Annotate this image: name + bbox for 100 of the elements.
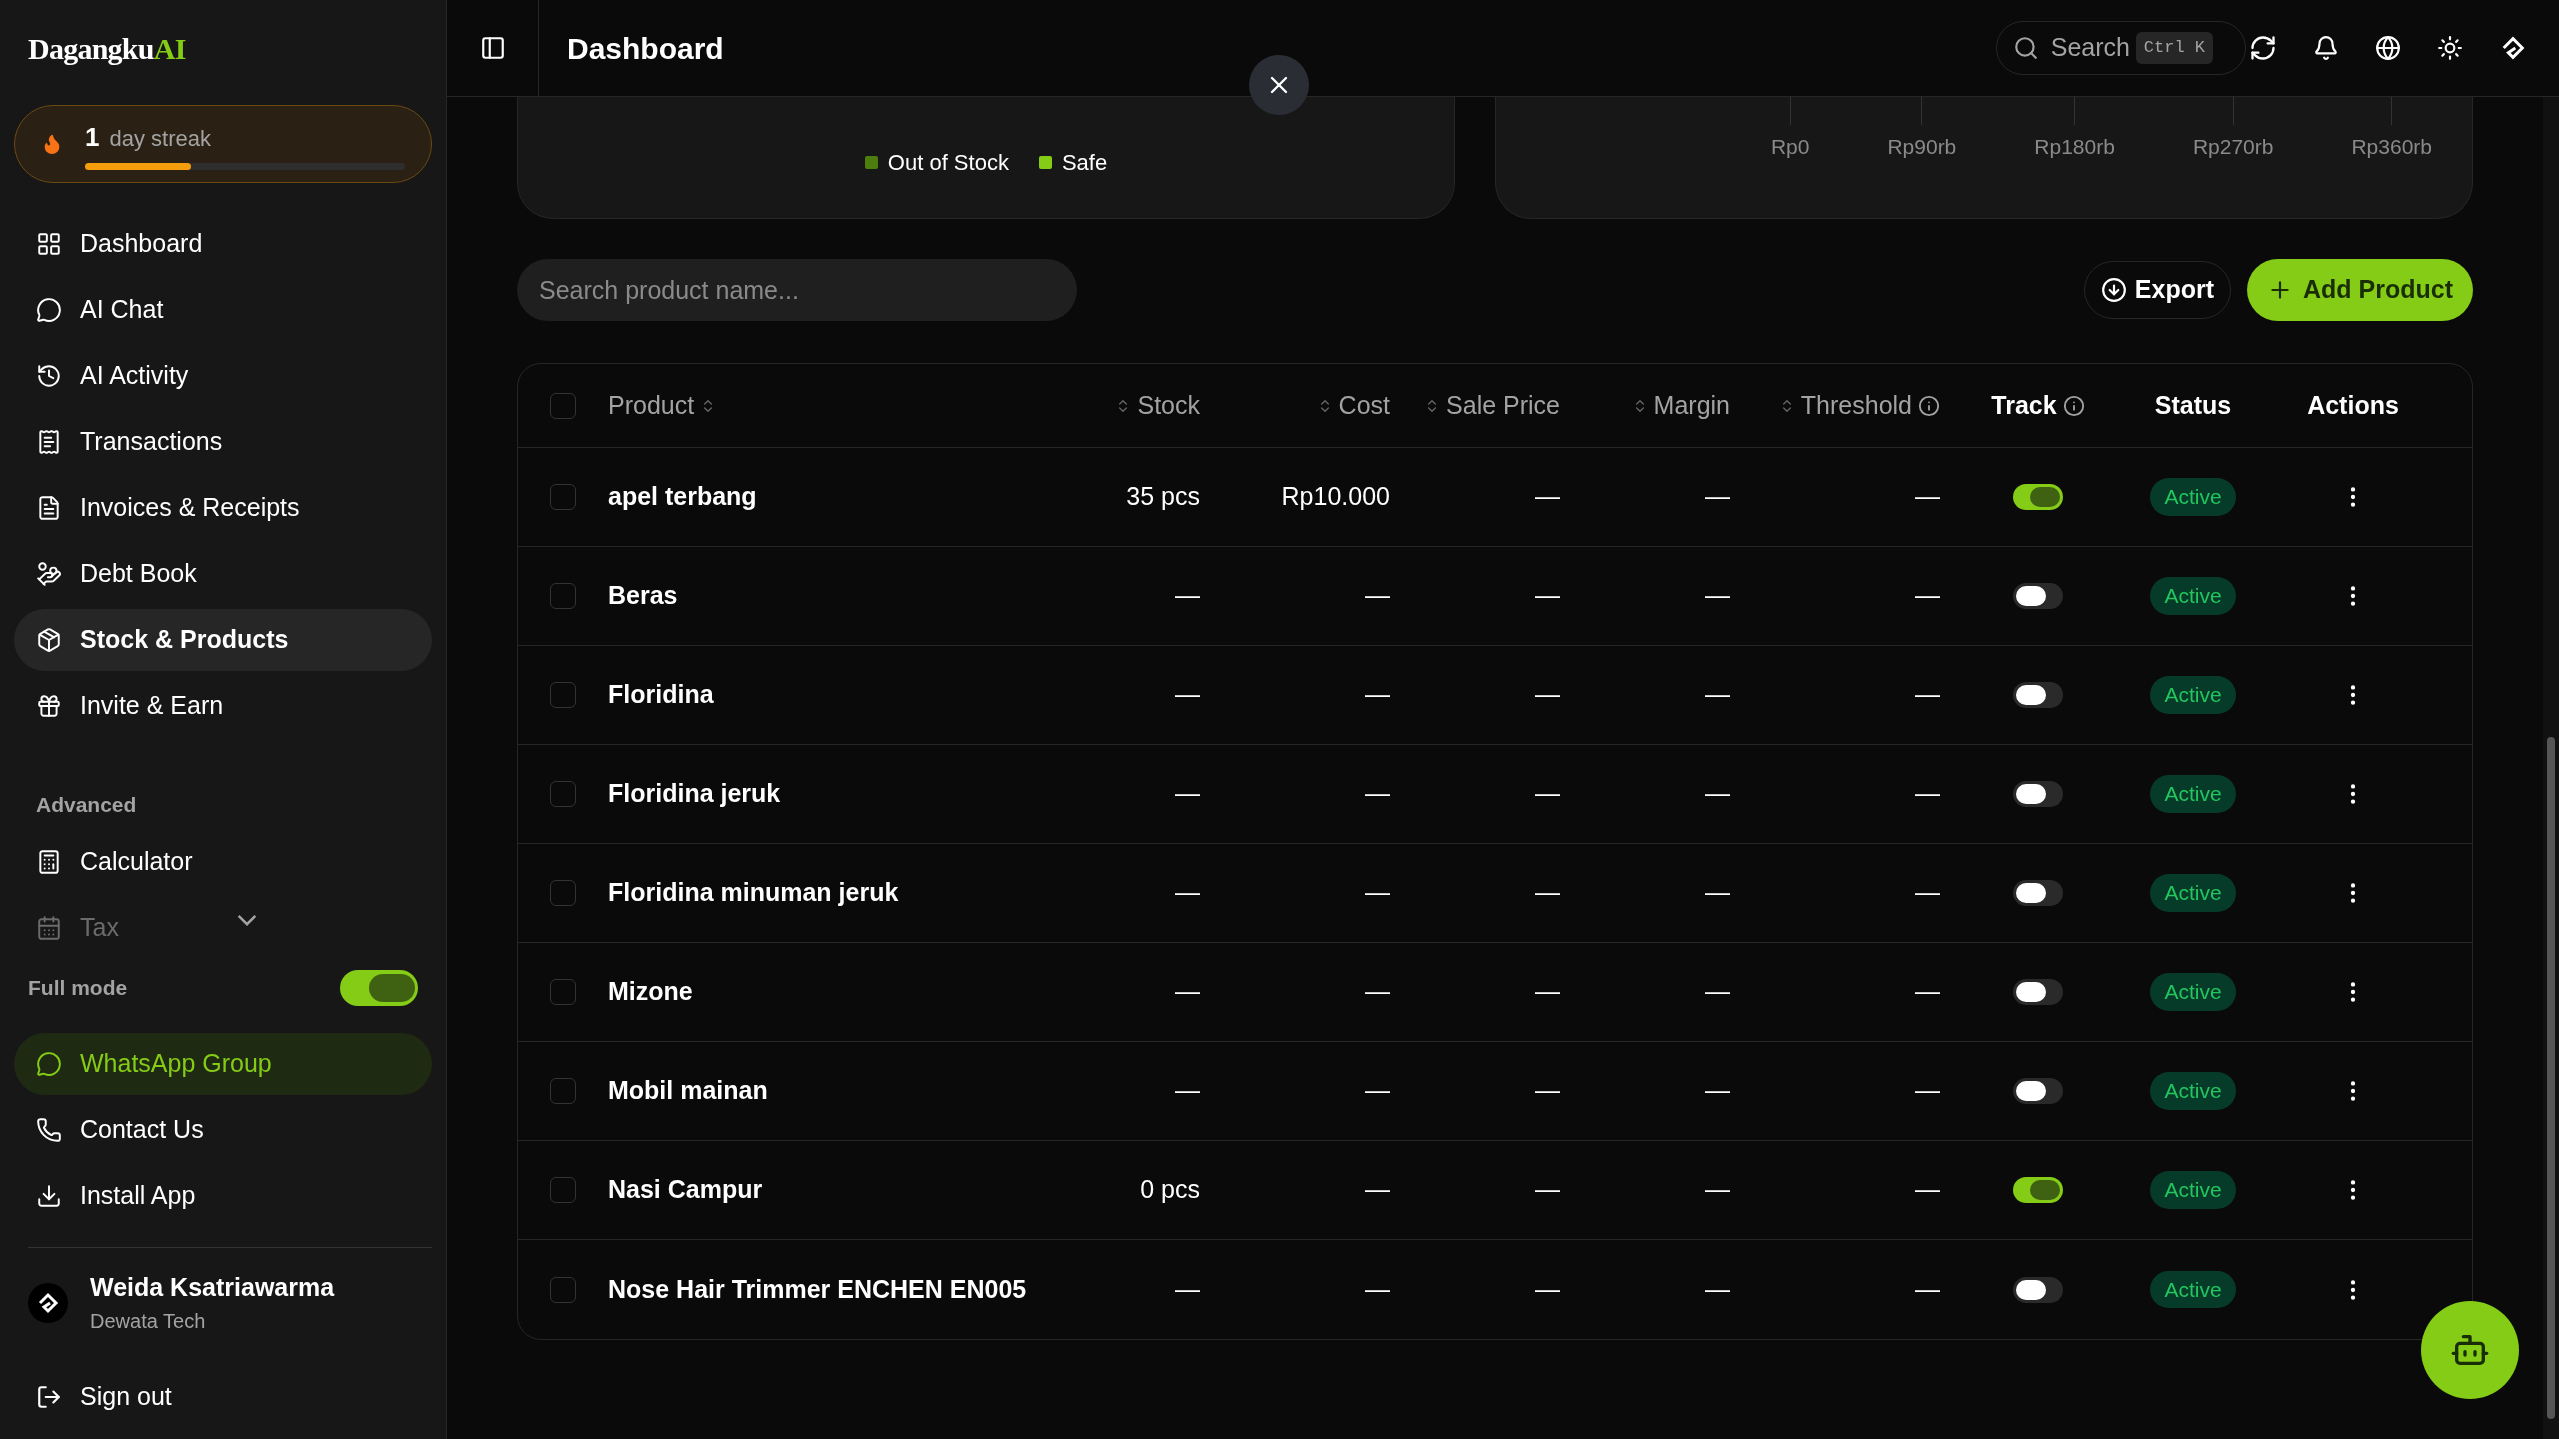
table-cell-text: — bbox=[1705, 877, 1730, 909]
logo: DagangkuAI bbox=[28, 31, 186, 67]
sidebar-item[interactable]: Invoices & Receipts bbox=[14, 477, 432, 539]
table-cell-text: — bbox=[1365, 679, 1390, 711]
status-badge: Active bbox=[2150, 973, 2236, 1011]
column-header[interactable]: Threshold bbox=[1800, 386, 1912, 425]
column-header[interactable]: Sale Price bbox=[1446, 386, 1560, 425]
add-product-button[interactable]: Add Product bbox=[2247, 259, 2473, 321]
table-cell-text: — bbox=[1915, 1273, 1940, 1305]
status-badge: Active bbox=[2150, 775, 2236, 813]
table-cell-text: — bbox=[1705, 778, 1730, 810]
table-cell-text: — bbox=[1175, 976, 1200, 1008]
status-badge: Active bbox=[2150, 874, 2236, 912]
column-header[interactable]: Actions bbox=[2307, 386, 2399, 425]
table-cell-text: — bbox=[1365, 1075, 1390, 1107]
legend-label: Out of Stock bbox=[887, 149, 1009, 177]
section-label: Advanced bbox=[35, 792, 138, 818]
table-cell-text: — bbox=[1535, 481, 1560, 513]
table-cell-text: — bbox=[1535, 1273, 1560, 1305]
table-cell-text: — bbox=[1365, 580, 1390, 612]
table-cell: Beras bbox=[608, 581, 678, 610]
table-cell-text: — bbox=[1705, 1174, 1730, 1206]
status-badge: Active bbox=[2150, 1270, 2236, 1309]
column-header[interactable]: Cost bbox=[1338, 386, 1390, 425]
table-cell-text: — bbox=[1915, 481, 1940, 513]
table-cell: Mizone bbox=[608, 977, 693, 1006]
sidebar-item[interactable]: Invite & Earn bbox=[14, 675, 432, 737]
sidebar-item[interactable]: Stock & Products bbox=[14, 609, 432, 671]
table-cell: Floridina bbox=[608, 680, 714, 709]
table-cell: Nose Hair Trimmer ENCHEN EN005 bbox=[608, 1274, 1027, 1303]
table-cell-text: — bbox=[1175, 877, 1200, 909]
table-cell-text: — bbox=[1175, 1075, 1200, 1107]
column-header[interactable]: Margin bbox=[1653, 386, 1730, 425]
status-badge: Active bbox=[2150, 1072, 2236, 1110]
column-header[interactable]: Product bbox=[608, 386, 695, 425]
table-cell-text: — bbox=[1175, 679, 1200, 711]
table-cell-text: — bbox=[1705, 1075, 1730, 1107]
table-cell-text: — bbox=[1535, 1174, 1560, 1206]
shortcut-key: Ctrl K bbox=[2135, 32, 2213, 64]
streak-label: day streak bbox=[109, 125, 211, 153]
status-badge: Active bbox=[2150, 1171, 2236, 1209]
status-badge: Active bbox=[2150, 676, 2236, 714]
table-cell: Floridina minuman jeruk bbox=[608, 878, 899, 907]
table-cell: apel terbang bbox=[608, 482, 757, 511]
table-cell-text: — bbox=[1535, 778, 1560, 810]
table-cell-text: — bbox=[1365, 778, 1390, 810]
sidebar-item[interactable]: Dashboard bbox=[14, 213, 432, 275]
table-cell-text: — bbox=[1535, 679, 1560, 711]
table-cell-text: — bbox=[1915, 778, 1940, 810]
axis-label: Rp90rb bbox=[1887, 134, 1957, 160]
axis-label: Rp0 bbox=[1770, 134, 1810, 160]
table-cell-text: — bbox=[1365, 1273, 1390, 1305]
table-cell-text: — bbox=[1915, 679, 1940, 711]
table-cell-text: — bbox=[1705, 481, 1730, 513]
column-header[interactable]: Status bbox=[2154, 386, 2232, 425]
table-cell-text: — bbox=[1705, 580, 1730, 612]
table-cell: Mobil mainan bbox=[608, 1076, 768, 1105]
column-header[interactable]: Track bbox=[1991, 386, 2057, 425]
table-cell-text: — bbox=[1915, 1075, 1940, 1107]
table-cell-text: — bbox=[1915, 976, 1940, 1008]
sidebar-item[interactable]: Transactions bbox=[14, 411, 432, 473]
axis-label: Rp270rb bbox=[2192, 134, 2274, 160]
table-cell-text: — bbox=[1535, 1075, 1560, 1107]
axis-label: Rp180rb bbox=[2034, 134, 2115, 160]
full-mode-label: Full mode bbox=[28, 974, 128, 1001]
table-cell-text: — bbox=[1705, 976, 1730, 1008]
sign-out-link[interactable]: Sign out bbox=[14, 1365, 432, 1428]
sidebar-link[interactable]: WhatsApp Group bbox=[14, 1032, 432, 1095]
sidebar-link[interactable]: Contact Us bbox=[14, 1098, 432, 1161]
table-cell-text: — bbox=[1915, 877, 1940, 909]
table-cell-text: — bbox=[1535, 877, 1560, 909]
table-cell-text: 35 pcs bbox=[1126, 481, 1200, 513]
table-cell: Nasi Campur bbox=[608, 1175, 763, 1204]
table-cell-text: Rp10.000 bbox=[1281, 481, 1390, 513]
user-name: Weida Ksatriawarma bbox=[90, 1271, 335, 1303]
sidebar-item[interactable]: AI Chat bbox=[14, 279, 432, 341]
page-title: Dashboard bbox=[567, 30, 725, 67]
axis-label: Rp360rb bbox=[2351, 134, 2432, 160]
table-cell-text: — bbox=[1365, 976, 1390, 1008]
table-cell-text: — bbox=[1365, 1174, 1390, 1206]
column-header[interactable]: Stock bbox=[1137, 386, 1200, 425]
table-cell-text: — bbox=[1535, 976, 1560, 1008]
table-cell-text: — bbox=[1365, 877, 1390, 909]
sidebar-item[interactable]: Debt Book bbox=[14, 543, 432, 605]
table-cell-text: — bbox=[1175, 778, 1200, 810]
company-name: Dewata Tech bbox=[90, 1309, 207, 1335]
sidebar-link[interactable]: Install App bbox=[14, 1164, 432, 1227]
search-field[interactable]: Search product name... bbox=[517, 259, 1077, 321]
status-badge: Active bbox=[2150, 577, 2236, 615]
legend-label: Safe bbox=[1061, 149, 1108, 177]
table-cell-text: — bbox=[1705, 679, 1730, 711]
status-badge: Active bbox=[2150, 478, 2236, 516]
table-cell-text: — bbox=[1915, 580, 1940, 612]
sidebar-item[interactable]: Calculator bbox=[14, 830, 432, 893]
table-cell-text: — bbox=[1705, 1273, 1730, 1305]
table-cell-text: — bbox=[1535, 580, 1560, 612]
streak-count: 1 bbox=[85, 121, 100, 154]
sidebar-item[interactable]: AI Activity bbox=[14, 345, 432, 407]
table-cell-text: — bbox=[1175, 580, 1200, 612]
table-cell-text: 0 pcs bbox=[1140, 1174, 1200, 1206]
